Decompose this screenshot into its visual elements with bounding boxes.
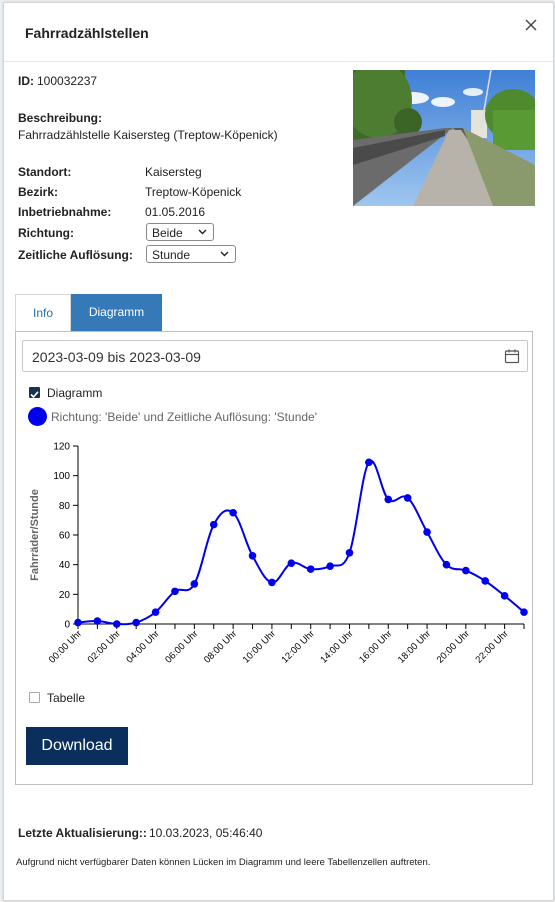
- x-tick-label: 04:00 Uhr: [124, 628, 161, 665]
- data-point: [190, 580, 199, 588]
- legend-text: Richtung: 'Beide' und Zeitliche Auflösun…: [51, 410, 318, 424]
- data-point: [500, 592, 509, 600]
- data-point: [306, 565, 315, 573]
- y-tick-label: 120: [53, 442, 70, 453]
- data-point: [229, 508, 237, 517]
- x-tick-label: 08:00 Uhr: [202, 628, 239, 665]
- x-tick-label: 20:00 Uhr: [435, 628, 472, 665]
- aufloesung-select[interactable]: Stunde: [146, 245, 236, 263]
- beschreibung-value: Fahrradzählstelle Kaisersteg (Treptow-Kö…: [18, 128, 278, 142]
- aufloesung-select-value: Stunde: [152, 248, 191, 262]
- tab-info[interactable]: Info: [15, 294, 71, 331]
- checkmark-icon: [30, 391, 39, 399]
- data-point: [268, 578, 276, 587]
- table-checkbox-label: Tabelle: [47, 691, 86, 705]
- hourly-line-chart: 0 20 40 60 80 100 120 Fahrräder/Stunde 00:00 Uhr…: [29, 442, 528, 666]
- standort-label: Standort:: [18, 165, 72, 179]
- x-tick-label: 00:00 Uhr: [47, 628, 84, 665]
- dialog-title: Fahrradzählstellen: [25, 25, 149, 41]
- richtung-select[interactable]: Beide: [146, 223, 214, 241]
- data-point: [93, 617, 102, 625]
- diagram-checkbox-label: Diagramm: [47, 386, 103, 400]
- data-point: [345, 549, 354, 557]
- data-point: [74, 618, 82, 627]
- x-tick-label: 12:00 Uhr: [280, 628, 317, 665]
- data-point: [520, 608, 528, 616]
- y-tick-label: 60: [59, 531, 71, 542]
- chevron-down-icon: [220, 251, 229, 257]
- y-tick-label: 80: [59, 501, 71, 512]
- bezirk-label: Bezirk:: [18, 185, 59, 199]
- date-range-value: 2023-03-09 bis 2023-03-09: [32, 349, 201, 365]
- data-point: [481, 577, 490, 585]
- tab-diagramm[interactable]: Diagramm: [71, 294, 162, 331]
- data-point: [403, 494, 412, 502]
- close-icon[interactable]: [524, 18, 538, 32]
- y-axis-title: Fahrräder/Stunde: [29, 489, 41, 581]
- data-point: [209, 520, 218, 529]
- x-tick-label: 06:00 Uhr: [163, 628, 200, 665]
- data-point: [326, 562, 334, 570]
- aufloesung-label: Zeitliche Auflösung:: [18, 248, 133, 262]
- chevron-down-icon: [198, 229, 207, 235]
- data-point: [442, 560, 451, 569]
- x-tick-label: 02:00 Uhr: [86, 628, 123, 665]
- data-point: [287, 559, 296, 567]
- x-tick-label: 18:00 Uhr: [396, 628, 433, 665]
- data-point: [462, 566, 470, 575]
- richtung-select-value: Beide: [152, 226, 183, 240]
- inbetriebnahme-value: 01.05.2016: [145, 205, 206, 219]
- x-tick-label: 22:00 Uhr: [473, 628, 510, 665]
- legend-marker: [28, 407, 47, 426]
- y-tick-label: 20: [59, 590, 71, 601]
- data-point: [423, 528, 431, 536]
- y-tick-label: 0: [64, 620, 70, 631]
- dialog-header: Fahrradzählstellen: [4, 3, 553, 62]
- beschreibung-label: Beschreibung:: [18, 111, 103, 125]
- calendar-icon[interactable]: [504, 348, 520, 364]
- data-point: [132, 618, 140, 627]
- bezirk-value: Treptow-Köpenick: [145, 185, 242, 199]
- data-point: [365, 458, 373, 467]
- data-point: [248, 551, 257, 560]
- last-update-label: Letzte Aktualisierung::: [18, 826, 147, 840]
- y-tick-label: 100: [53, 471, 70, 482]
- download-button[interactable]: Download: [26, 727, 128, 765]
- diagram-checkbox[interactable]: [29, 387, 40, 399]
- id-label: ID:: [18, 74, 34, 88]
- x-tick-label: 14:00 Uhr: [318, 628, 355, 665]
- data-point: [384, 495, 393, 504]
- data-point: [151, 608, 160, 616]
- standort-value: Kaisersteg: [145, 165, 202, 179]
- series-line: [77, 459, 525, 626]
- id-value: 100032237: [37, 74, 98, 88]
- data-point: [112, 620, 121, 628]
- inbetriebnahme-label: Inbetriebnahme:: [18, 205, 112, 219]
- date-range-picker[interactable]: 2023-03-09 bis 2023-03-09: [22, 340, 528, 372]
- data-gap-note: Aufgrund nicht verfügbarer Daten können …: [16, 857, 431, 868]
- x-tick-label: 16:00 Uhr: [357, 628, 394, 665]
- data-point: [171, 587, 179, 596]
- y-tick-label: 40: [59, 560, 71, 571]
- x-tick-label: 10:00 Uhr: [241, 628, 278, 665]
- table-checkbox[interactable]: [29, 692, 40, 703]
- richtung-label: Richtung:: [18, 226, 74, 240]
- last-update-value: 10.03.2023, 05:46:40: [149, 826, 263, 840]
- counter-location-photo: [353, 70, 535, 206]
